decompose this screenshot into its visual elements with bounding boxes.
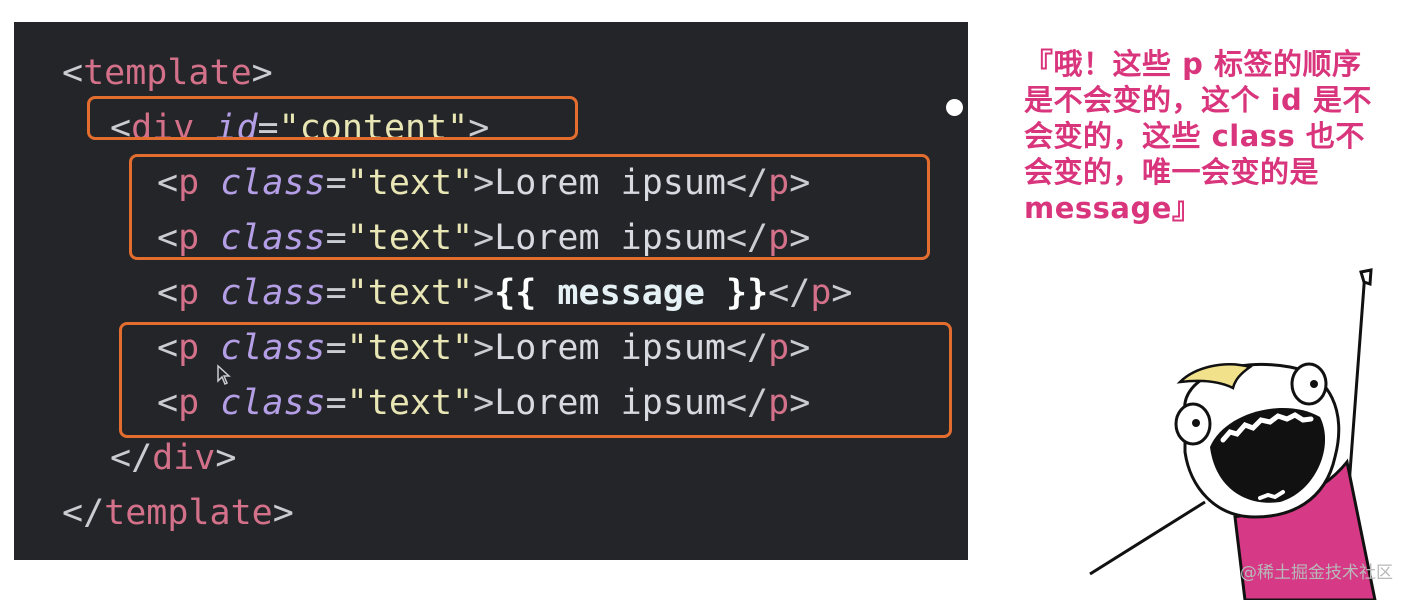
code-mustache-open: {{ — [494, 273, 537, 313]
code-line-template-close: </template> — [62, 491, 294, 535]
code-line-div-close: </div> — [110, 436, 236, 480]
mouse-pointer-icon — [217, 364, 231, 386]
code-attr-name: class — [220, 273, 326, 313]
code-punct: </ — [62, 493, 105, 533]
code-punct: < — [157, 273, 179, 313]
code-tag-name: p — [810, 273, 832, 313]
caption-line: 『哦！这些 p 标签的顺序 — [1024, 47, 1362, 81]
caption-line: 是不会变的，这个 id 是不 — [1024, 83, 1372, 117]
caption-text: 『哦！这些 p 标签的顺序 是不会变的，这个 id 是不 会变的，这些 clas… — [1024, 46, 1416, 226]
code-punct: </ — [768, 273, 811, 313]
code-mustache-close: }} — [726, 273, 769, 313]
code-punct: < — [62, 53, 84, 93]
code-punct: = — [325, 273, 347, 313]
code-punct: > — [215, 438, 237, 478]
code-tag-name: div — [152, 438, 216, 478]
caption-line: 会变的，这些 class 也不 — [1024, 119, 1365, 153]
code-tag-name: p — [178, 273, 200, 313]
code-screenshot-panel: <template> <div id="content"> <p class="… — [14, 22, 968, 560]
code-punct: </ — [110, 438, 153, 478]
highlight-box-div-id — [87, 96, 578, 140]
code-punct: > — [831, 273, 853, 313]
code-punct: > — [473, 273, 495, 313]
code-attr-value: "text" — [346, 273, 474, 313]
code-punct: > — [272, 493, 294, 533]
code-line-p-message: <p class="text">{{ message }}</p> — [157, 271, 852, 315]
white-dot — [946, 99, 963, 116]
code-line-template-open: <template> — [62, 51, 273, 95]
caption-line: message』 — [1024, 191, 1202, 225]
excited-cartoon-character-illustration — [1089, 268, 1377, 600]
code-interpolation: message — [557, 273, 705, 313]
code-tag-name: template — [104, 493, 273, 533]
highlight-box-p-group-top — [129, 154, 930, 260]
caption-line: 会变的，唯一会变的是 — [1024, 155, 1320, 189]
watermark-text: @稀土掘金技术社区 — [1240, 563, 1393, 583]
highlight-box-p-group-bottom — [119, 322, 952, 438]
code-punct: > — [251, 53, 273, 93]
code-tag-name: template — [83, 53, 252, 93]
